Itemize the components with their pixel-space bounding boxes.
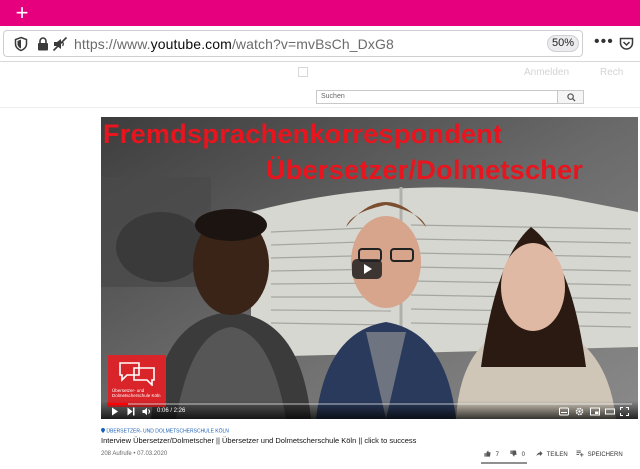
shield-icon[interactable]	[13, 36, 29, 52]
video-overlay-title-line2: Übersetzer/Dolmetscher	[266, 155, 584, 185]
url-bar[interactable]: https://www.youtube.com/watch?v=mvBsCh_D…	[3, 30, 583, 57]
new-tab-button[interactable]: +	[12, 2, 32, 24]
dislike-count: 0	[521, 452, 526, 458]
theater-mode-icon[interactable]	[605, 407, 615, 416]
background-page-header: Anmelden Rech	[0, 62, 640, 84]
url-text[interactable]: https://www.youtube.com/watch?v=mvBsCh_D…	[74, 36, 394, 52]
play-icon	[364, 264, 372, 274]
next-video-icon[interactable]	[127, 407, 135, 416]
time-display: 0:06 / 2:26	[157, 408, 186, 414]
like-button[interactable]: 7	[484, 450, 499, 458]
channel-link[interactable]: ÜBERSETZER- UND DOLMETSCHERSCHULE KÖLN	[101, 428, 229, 435]
save-to-playlist-icon	[576, 450, 584, 457]
save-button[interactable]: SPEICHERN	[576, 450, 623, 458]
search-input[interactable]: Suchen	[316, 90, 558, 104]
ghost-signin-text: Anmelden	[524, 67, 570, 78]
subtitles-icon[interactable]	[559, 407, 569, 416]
volume-icon[interactable]	[142, 407, 152, 416]
lock-icon[interactable]	[35, 36, 51, 52]
like-count: 7	[495, 452, 500, 458]
share-button[interactable]: TEILEN	[536, 450, 568, 458]
video-overlay-title-line1: Fremdsprachenkorrespondent	[103, 119, 503, 149]
channel-name: ÜBERSETZER- UND DOLMETSCHERSCHULE KÖLN	[106, 428, 229, 435]
player-controls: 0:06 / 2:26	[101, 401, 638, 419]
share-label: TEILEN	[546, 452, 568, 458]
play-button[interactable]	[352, 259, 382, 279]
navigation-bar: https://www.youtube.com/watch?v=mvBsCh_D…	[0, 26, 640, 62]
like-ratio-bar	[481, 462, 527, 464]
thumbs-up-icon	[484, 450, 491, 457]
miniplayer-icon[interactable]	[590, 407, 600, 416]
progress-bar[interactable]	[107, 403, 632, 405]
search-icon	[567, 93, 576, 102]
ghost-icon	[298, 67, 308, 77]
views-and-date: 208 Aufrufe • 07.03.2020	[101, 451, 168, 457]
save-label: SPEICHERN	[587, 452, 623, 458]
speech-bubbles-icon	[119, 362, 155, 386]
fullscreen-icon[interactable]	[620, 407, 629, 416]
dislike-button[interactable]: 0	[510, 450, 525, 458]
page-actions-menu-button[interactable]: •••	[594, 34, 614, 50]
autoplay-blocked-icon[interactable]	[52, 36, 68, 52]
share-icon	[536, 450, 543, 457]
youtube-masthead: Suchen	[0, 84, 640, 108]
logo-caption: Übersetzer- und Dolmetscherschule Köln	[112, 388, 161, 398]
thumbs-down-icon	[510, 450, 517, 457]
video-player[interactable]: Fremdsprachenkorrespondent Übersetzer/Do…	[101, 117, 638, 419]
search-button[interactable]	[558, 90, 584, 104]
location-pin-icon	[101, 428, 105, 433]
url-domain: youtube.com	[150, 36, 232, 52]
url-path: /watch?v=mvBsCh_DxG8	[231, 36, 394, 52]
school-logo: Übersetzer- und Dolmetscherschule Köln	[108, 355, 166, 407]
pocket-icon[interactable]	[619, 37, 634, 51]
tab-bar: +	[0, 0, 640, 26]
zoom-level-button[interactable]: 50%	[547, 35, 579, 52]
ghost-search-text: Rech	[600, 67, 624, 78]
video-title: Interview Übersetzer/Dolmetscher || Über…	[101, 436, 417, 445]
url-prefix: https://www.	[74, 36, 151, 52]
progress-fill	[107, 403, 128, 405]
settings-gear-icon[interactable]	[575, 407, 584, 416]
play-pause-icon[interactable]	[111, 407, 119, 416]
